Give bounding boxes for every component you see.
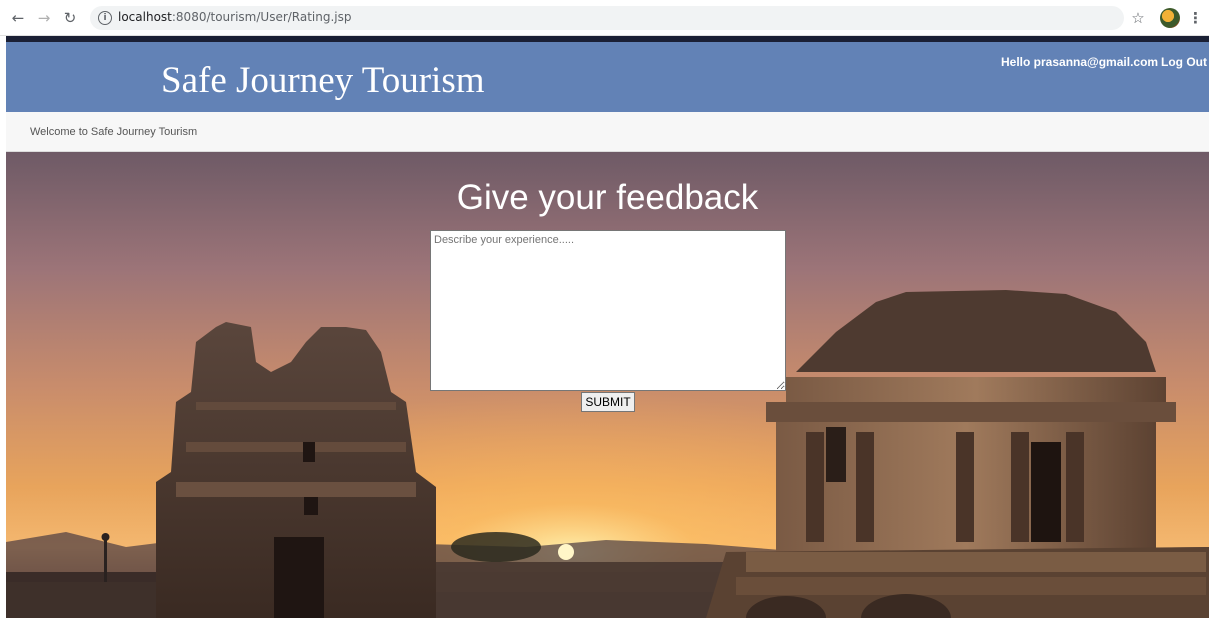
reload-icon[interactable]: ↻ (60, 8, 80, 28)
address-bar[interactable]: i localhost:8080/tourism/User/Rating.jsp (90, 6, 1124, 30)
feedback-heading: Give your feedback (456, 178, 759, 217)
welcome-bar: Welcome to Safe Journey Tourism (6, 112, 1209, 152)
url-path: :8080/tourism/User/Rating.jsp (171, 10, 352, 24)
kebab-menu-icon[interactable]: ⋮ (1188, 8, 1203, 28)
feedback-textarea[interactable] (430, 230, 786, 391)
info-icon[interactable]: i (98, 11, 112, 25)
forward-arrow-icon[interactable]: → (34, 8, 54, 28)
url-text[interactable]: localhost:8080/tourism/User/Rating.jsp (118, 10, 352, 24)
avatar[interactable] (1160, 8, 1180, 28)
hero-section: Give your feedback SUBMIT (6, 152, 1209, 618)
star-icon[interactable]: ☆ (1128, 8, 1148, 28)
welcome-text: Welcome to Safe Journey Tourism (30, 126, 198, 138)
user-greeting: Hello prasanna@gmail.com (1001, 55, 1159, 69)
logout-link[interactable]: Log Out (1161, 55, 1207, 69)
page: Safe Journey Tourism Hello prasanna@gmai… (6, 36, 1209, 618)
browser-toolbar: ← → ↻ i localhost:8080/tourism/User/Rati… (0, 0, 1209, 36)
url-host: localhost (118, 10, 172, 24)
site-header: Safe Journey Tourism Hello prasanna@gmai… (6, 36, 1209, 112)
site-title: Safe Journey Tourism (161, 60, 485, 101)
submit-button[interactable]: SUBMIT (581, 392, 635, 412)
back-arrow-icon[interactable]: ← (8, 8, 28, 28)
